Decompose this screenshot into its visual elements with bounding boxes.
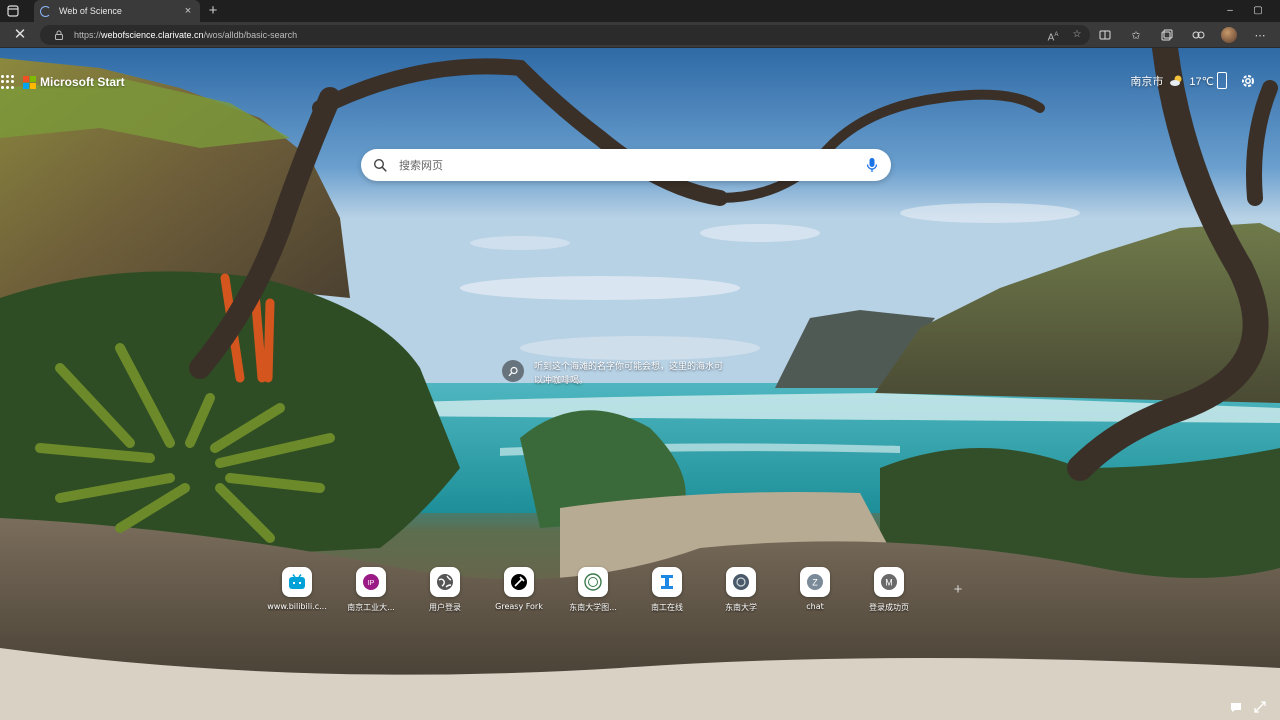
globe-icon [430, 567, 460, 597]
new-tab-button[interactable]: + [204, 2, 222, 20]
extensions-icon[interactable] [1189, 26, 1207, 44]
phone-icon[interactable] [1217, 72, 1227, 89]
background-info[interactable]: 听到这个海滩的名字你可能会想，这里的海水可以冲咖啡喝。 [502, 360, 724, 388]
chat-z-icon: Z [800, 567, 830, 597]
quick-link-bilibili[interactable]: www.bilibili.c... [260, 567, 334, 613]
new-tab-page: Microsoft Start 南京市 17℃ 听到这个海滩的名字你可能会想，这… [0, 48, 1280, 720]
tab-close-icon[interactable]: × [182, 5, 194, 17]
bilibili-icon [282, 567, 312, 597]
tab-actions-icon[interactable] [6, 4, 20, 18]
quick-link-njtech[interactable]: IP 南京工业大... [334, 567, 408, 613]
web-search-box[interactable] [361, 149, 891, 181]
minimize-button[interactable]: – [1216, 0, 1244, 22]
search-input[interactable] [399, 158, 865, 172]
quick-link-chat[interactable]: Z chat [778, 567, 852, 613]
quick-link-njtech-online[interactable]: 南工在线 [630, 567, 704, 613]
njtech-icon: IP [356, 567, 386, 597]
browser-tab-bar: Web of Science × + – ▢ [0, 0, 1280, 22]
quick-link-label: 南京工业大... [347, 603, 395, 612]
quick-links: www.bilibili.c... IP 南京工业大... 用户登录 Greas… [260, 567, 926, 613]
expand-icon[interactable] [1254, 700, 1266, 713]
brand-name[interactable]: Microsoft Start [40, 75, 125, 89]
partly-cloudy-icon [1170, 75, 1182, 86]
quick-link-seu-library[interactable]: 东南大学图... [556, 567, 630, 613]
svg-text:M: M [885, 578, 893, 588]
search-icon [373, 158, 387, 172]
quick-link-label: 南工在线 [651, 603, 683, 612]
quick-link-label: 登录成功页 [869, 603, 909, 612]
quick-link-label: 东南大学图... [569, 603, 617, 612]
weather-widget[interactable]: 南京市 17℃ [1130, 73, 1214, 89]
tab-title: Web of Science [59, 6, 122, 16]
quick-link-label: www.bilibili.c... [267, 602, 327, 611]
quick-link-user-login[interactable]: 用户登录 [408, 567, 482, 613]
background-caption[interactable]: 听到这个海滩的名字你可能会想，这里的海水可以冲咖啡喝。 [534, 360, 724, 388]
more-icon[interactable]: ⋯ [1251, 26, 1269, 44]
profile-avatar[interactable] [1220, 26, 1238, 44]
greasyfork-icon [504, 567, 534, 597]
address-bar[interactable]: https://webofscience.clarivate.cn/wos/al… [40, 25, 1090, 45]
quick-link-login-success[interactable]: M 登录成功页 [852, 567, 926, 613]
maximize-button[interactable]: ▢ [1244, 0, 1272, 22]
microphone-icon[interactable] [865, 157, 879, 173]
split-screen-icon[interactable] [1096, 26, 1114, 44]
seu-library-icon [578, 567, 608, 597]
seu-icon [726, 567, 756, 597]
collections-icon[interactable] [1158, 26, 1176, 44]
app-launcher-icon[interactable] [1, 75, 15, 89]
login-m-icon: M [874, 567, 904, 597]
url-text: https://webofscience.clarivate.cn/wos/al… [74, 30, 298, 40]
feedback-icon[interactable] [1230, 700, 1242, 712]
quick-link-label: Greasy Fork [495, 602, 543, 611]
quick-link-greasy-fork[interactable]: Greasy Fork [482, 567, 556, 613]
stop-loading-button[interactable]: ✕ [12, 27, 28, 43]
microsoft-logo-icon [23, 75, 36, 89]
weather-temperature: 17℃ [1189, 75, 1214, 88]
quick-link-label: 东南大学 [725, 603, 757, 612]
svg-text:Z: Z [812, 578, 818, 588]
settings-gear-icon[interactable] [1240, 73, 1256, 89]
tab-web-of-science[interactable]: Web of Science × [34, 0, 200, 22]
address-toolbar: ✕ https://webofscience.clarivate.cn/wos/… [0, 22, 1280, 48]
loading-spinner-icon [40, 5, 51, 17]
njtech-online-icon [652, 567, 682, 597]
quick-link-seu[interactable]: 东南大学 [704, 567, 778, 613]
favorites-icon[interactable]: ✩ [1127, 26, 1145, 44]
favorite-star-icon[interactable]: ☆ [1070, 28, 1084, 45]
brand: Microsoft Start [0, 74, 125, 90]
quick-link-label: 用户登录 [429, 603, 461, 612]
weather-city: 南京市 [1130, 76, 1164, 88]
quick-link-label: chat [806, 602, 824, 611]
svg-text:IP: IP [368, 580, 375, 587]
read-aloud-icon[interactable]: AA [1046, 28, 1060, 45]
add-quick-link-button[interactable]: + [949, 581, 967, 598]
lock-icon[interactable] [54, 30, 64, 40]
image-search-icon[interactable] [502, 360, 524, 382]
